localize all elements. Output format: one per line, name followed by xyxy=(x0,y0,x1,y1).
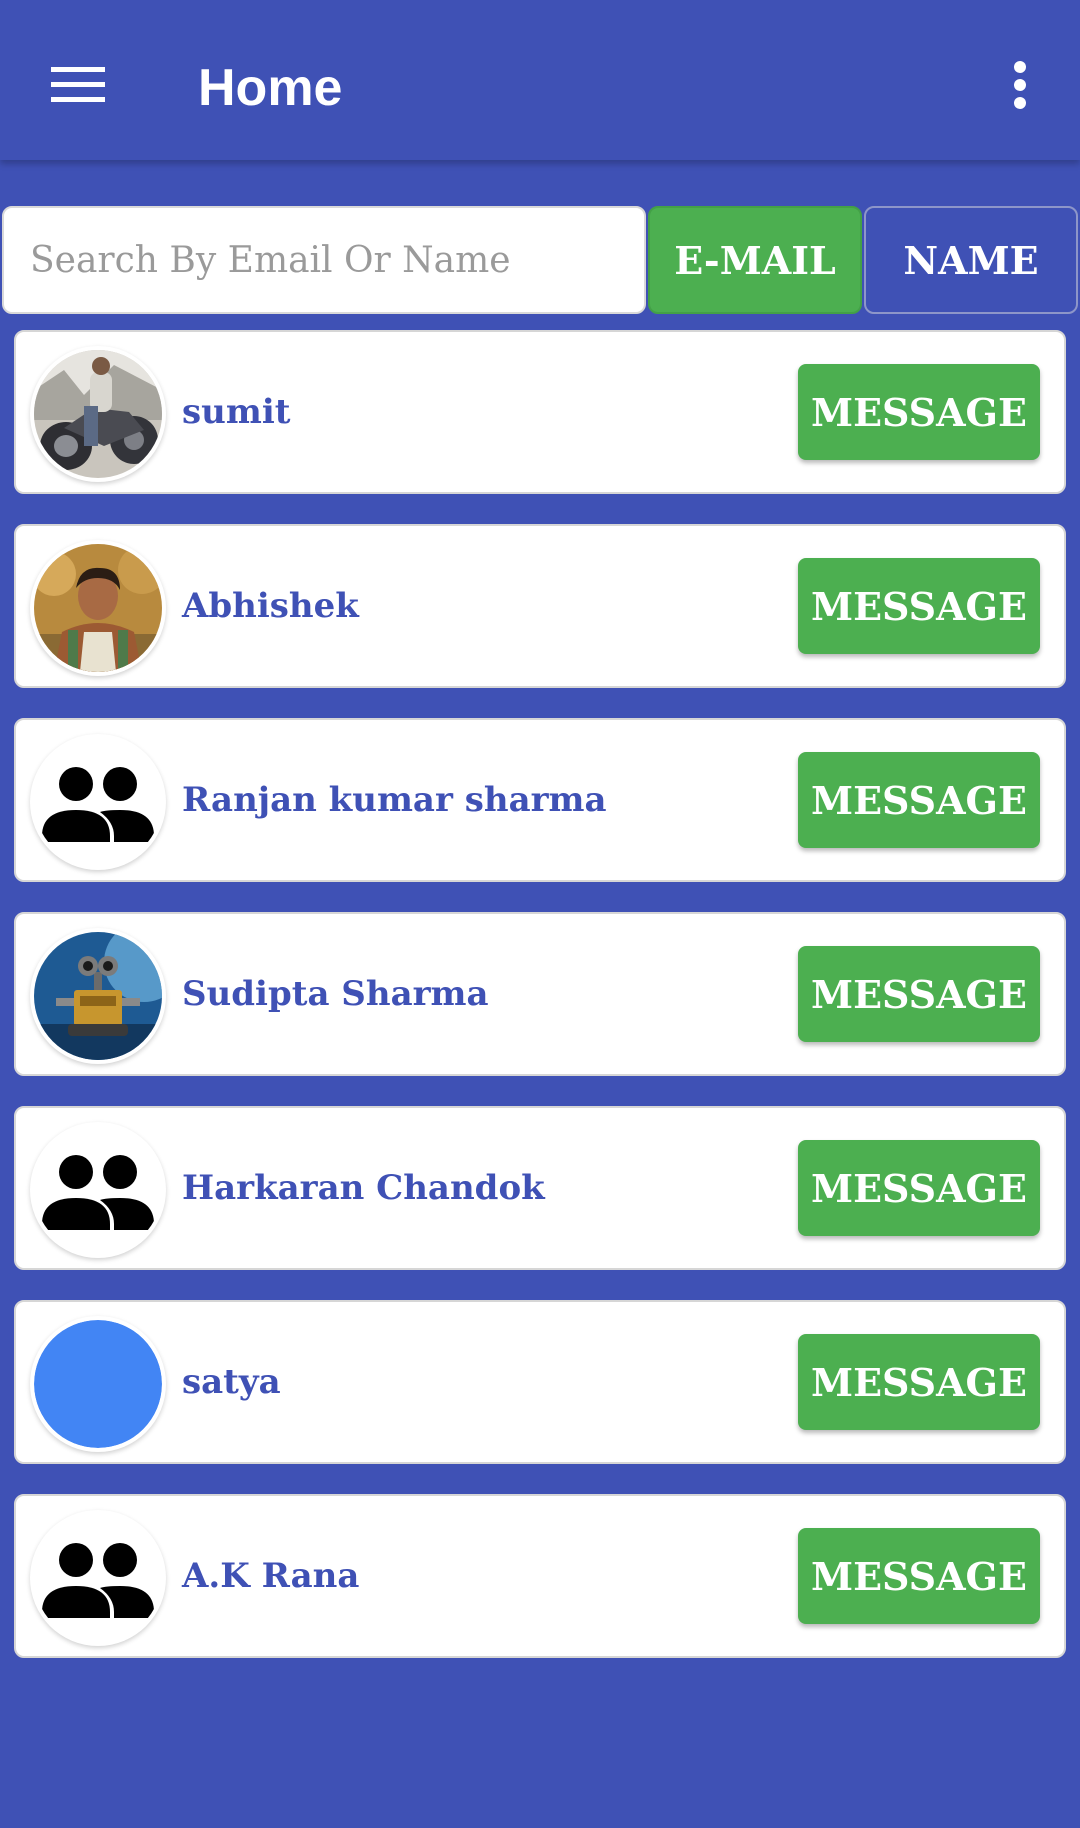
message-button[interactable]: MESSAGE xyxy=(798,364,1040,460)
message-button[interactable]: MESSAGE xyxy=(798,1334,1040,1430)
message-button[interactable]: MESSAGE xyxy=(798,946,1040,1042)
user-name: sumit xyxy=(182,392,291,432)
search-input[interactable] xyxy=(2,206,646,314)
avatar[interactable] xyxy=(30,1316,166,1452)
blue-circle-avatar xyxy=(34,1320,162,1448)
user-card[interactable]: satya MESSAGE xyxy=(14,1300,1066,1464)
avatar[interactable] xyxy=(30,540,166,676)
user-name: Abhishek xyxy=(182,586,359,626)
message-button[interactable]: MESSAGE xyxy=(798,1528,1040,1624)
user-card[interactable]: sumit MESSAGE xyxy=(14,330,1066,494)
avatar[interactable] xyxy=(30,1122,166,1258)
avatar[interactable] xyxy=(30,1510,166,1646)
search-by-email-button[interactable]: E-MAIL xyxy=(648,206,862,314)
overflow-menu-button[interactable] xyxy=(990,50,1050,120)
photo-person-avatar xyxy=(34,544,162,672)
search-bar: E-MAIL NAME xyxy=(0,206,1080,316)
group-icon xyxy=(34,1126,162,1254)
user-card[interactable]: Abhishek MESSAGE xyxy=(14,524,1066,688)
user-name: Sudipta Sharma xyxy=(182,974,489,1014)
user-card[interactable]: A.K Rana MESSAGE xyxy=(14,1494,1066,1658)
user-name: Ranjan kumar sharma xyxy=(182,780,607,820)
user-card[interactable]: Ranjan kumar sharma MESSAGE xyxy=(14,718,1066,882)
search-by-name-button[interactable]: NAME xyxy=(864,206,1078,314)
photo-motorbike-avatar xyxy=(34,350,162,478)
user-card[interactable]: Harkaran Chandok MESSAGE xyxy=(14,1106,1066,1270)
navigation-menu-button[interactable] xyxy=(36,50,120,120)
message-button[interactable]: MESSAGE xyxy=(798,558,1040,654)
avatar[interactable] xyxy=(30,734,166,870)
photo-robot-avatar xyxy=(34,932,162,1060)
avatar[interactable] xyxy=(30,928,166,1064)
user-name: satya xyxy=(182,1362,281,1402)
user-name: Harkaran Chandok xyxy=(182,1168,545,1208)
user-name: A.K Rana xyxy=(182,1556,360,1596)
message-button[interactable]: MESSAGE xyxy=(798,1140,1040,1236)
more-vert-icon xyxy=(1014,61,1026,109)
avatar[interactable] xyxy=(30,346,166,482)
user-list: sumit MESSAGE Abhishek MESSAGE Ranjan ku… xyxy=(14,330,1066,1688)
group-icon xyxy=(34,1514,162,1642)
message-button[interactable]: MESSAGE xyxy=(798,752,1040,848)
page-title: Home xyxy=(198,59,343,117)
user-card[interactable]: Sudipta Sharma MESSAGE xyxy=(14,912,1066,1076)
hamburger-menu-icon xyxy=(51,67,105,102)
app-bar: Home xyxy=(0,0,1080,160)
group-icon xyxy=(34,738,162,866)
